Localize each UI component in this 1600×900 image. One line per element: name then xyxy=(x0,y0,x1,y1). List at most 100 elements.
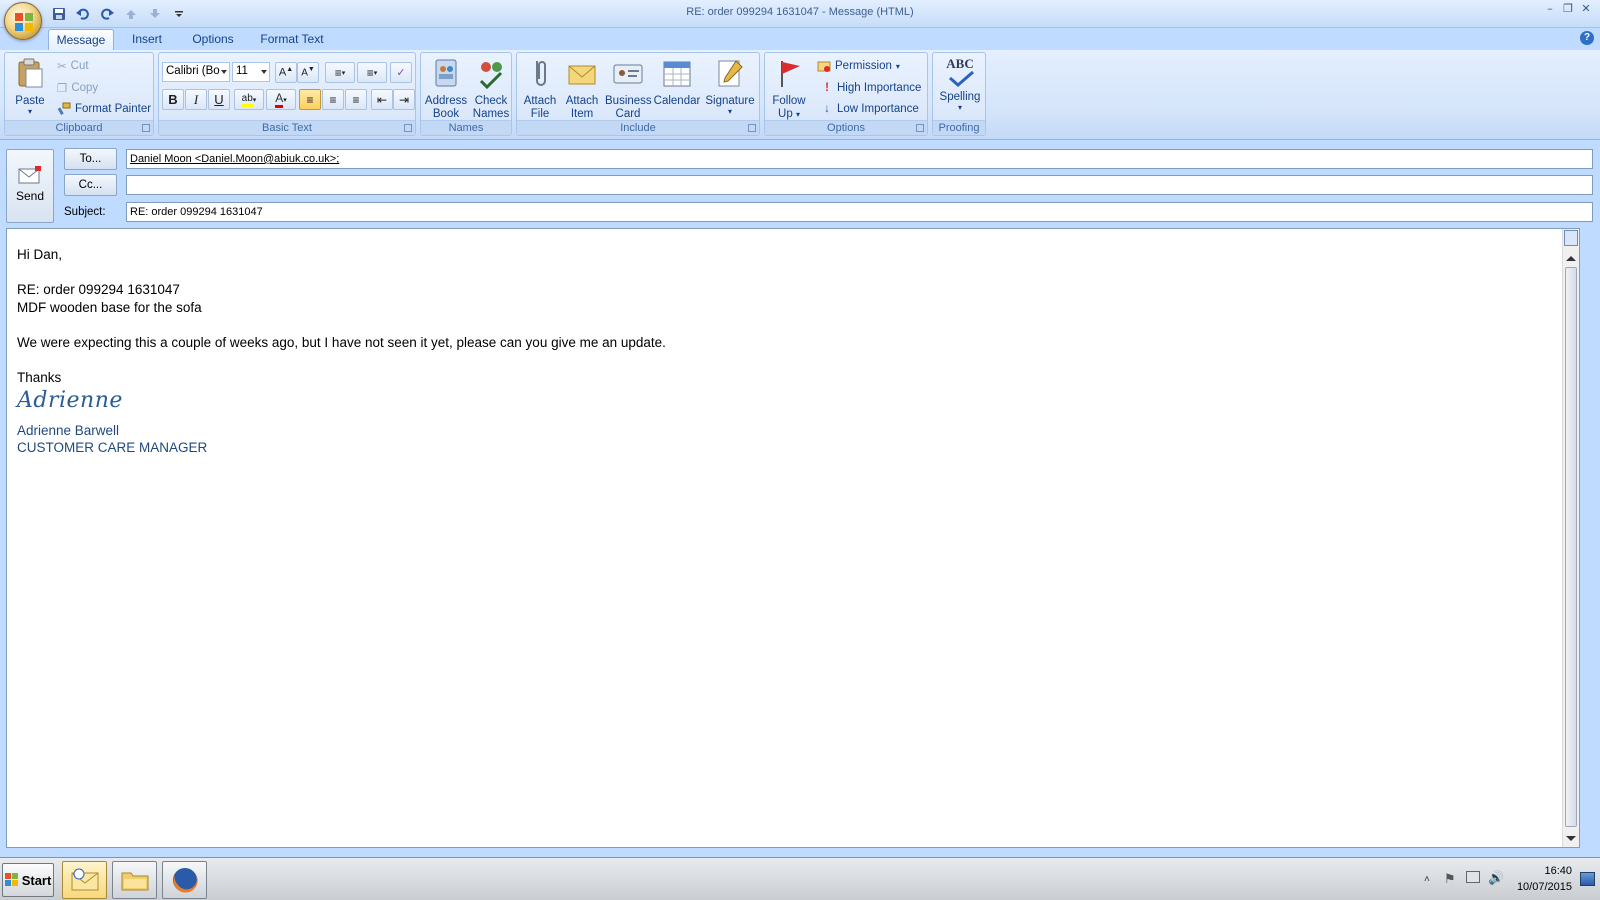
align-left-button[interactable]: ≡ xyxy=(299,89,321,110)
include-dialog-launcher-icon[interactable] xyxy=(748,124,756,132)
to-field[interactable]: Daniel Moon <Daniel.Moon@abiuk.co.uk>; xyxy=(126,149,1593,169)
cut-button[interactable]: ✂ Cut xyxy=(57,57,89,75)
network-icon[interactable] xyxy=(1466,871,1480,883)
paste-button[interactable]: Paste ▾ xyxy=(9,55,51,116)
bold-button[interactable]: B xyxy=(162,89,184,110)
tab-format-text[interactable]: Format Text xyxy=(252,29,332,50)
clear-formatting-icon: ✓ xyxy=(396,67,406,79)
tab-options[interactable]: Options xyxy=(182,29,244,50)
underline-button[interactable]: U xyxy=(208,89,230,110)
options-group-label: Options xyxy=(765,120,927,135)
low-importance-button[interactable]: ↓ Low Importance xyxy=(821,100,919,118)
cc-field[interactable] xyxy=(126,175,1593,195)
decrease-indent-icon: ⇤ xyxy=(376,92,388,107)
clock-date[interactable]: 10/07/2015 xyxy=(1517,881,1572,893)
highlighter-icon: ab xyxy=(241,93,253,107)
ribbon-tabs: Message Insert Options Format Text ? xyxy=(0,28,1600,50)
flag-icon xyxy=(781,61,800,87)
font-name-value: Calibri (Bo xyxy=(166,65,220,77)
vertical-scrollbar[interactable] xyxy=(1562,229,1579,847)
attach-file-button[interactable]: Attach File xyxy=(521,55,559,121)
volume-icon[interactable]: 🔊 xyxy=(1488,870,1504,886)
window-title: RE: order 099294 1631047 - Message (HTML… xyxy=(686,6,914,18)
minimize-icon[interactable]: – xyxy=(1542,2,1558,16)
cc-button[interactable]: Cc... xyxy=(64,174,117,196)
check-names-button[interactable]: Check Names xyxy=(469,55,513,121)
numbering-button[interactable]: ≡ ▾ xyxy=(357,62,387,83)
copy-button[interactable]: ❐ Copy xyxy=(57,79,98,97)
tab-insert[interactable]: Insert xyxy=(120,29,174,50)
include-group: Attach File Attach Item Business Card Ca… xyxy=(516,52,760,136)
clear-formatting-button[interactable]: ✓ xyxy=(390,62,412,83)
outlook-icon xyxy=(71,868,98,891)
restore-icon[interactable]: ❐ xyxy=(1560,2,1576,16)
spell-check-icon: ABC xyxy=(944,57,976,89)
permission-dropdown-icon: ▾ xyxy=(895,61,900,71)
business-card-icon xyxy=(613,64,643,84)
start-button[interactable]: Start xyxy=(2,863,54,897)
align-right-button[interactable]: ≡ xyxy=(345,89,367,110)
firefox-icon xyxy=(172,868,198,893)
format-painter-button[interactable]: Format Painter xyxy=(57,100,151,118)
window-controls: – ❐ ✕ xyxy=(1542,2,1594,16)
italic-button[interactable]: I xyxy=(185,89,207,110)
attach-item-button[interactable]: Attach Item xyxy=(562,55,602,121)
system-tray: ˄ ⚑ 🔊 16:40 10/07/2015 xyxy=(1420,858,1600,900)
shrink-font-button[interactable]: A▼ xyxy=(297,62,319,83)
signature-icon xyxy=(718,60,743,87)
options-dialog-launcher-icon[interactable] xyxy=(916,124,924,132)
high-importance-button[interactable]: ! High Importance xyxy=(821,79,921,97)
follow-up-label-1: Follow xyxy=(772,95,806,107)
follow-up-button[interactable]: Follow Up ▾ xyxy=(767,55,811,121)
taskbar-firefox[interactable] xyxy=(162,861,207,899)
tab-message[interactable]: Message xyxy=(48,29,114,50)
address-book-button[interactable]: Address Book xyxy=(423,55,469,121)
signature-dropdown-icon: ▾ xyxy=(727,107,732,116)
highlight-button[interactable]: ab ▾ xyxy=(234,89,264,110)
align-right-icon: ≡ xyxy=(352,92,360,107)
office-logo-icon xyxy=(15,13,33,31)
scroll-thumb[interactable] xyxy=(1565,267,1577,827)
chevron-down-icon xyxy=(221,70,227,74)
spelling-button[interactable]: ABC Spelling ▾ xyxy=(935,55,985,112)
font-color-button[interactable]: A ▾ xyxy=(266,89,296,110)
subject-field[interactable]: RE: order 099294 1631047 xyxy=(126,202,1593,222)
send-button[interactable]: Send xyxy=(6,149,54,223)
check-names-label-1: Check xyxy=(474,95,508,107)
office-button[interactable] xyxy=(4,2,42,40)
font-name-combo[interactable]: Calibri (Bo xyxy=(162,62,230,82)
grow-font-button[interactable]: A▲ xyxy=(275,62,297,83)
spelling-dropdown-icon: ▾ xyxy=(957,103,962,112)
bullets-button[interactable]: ≡ ▾ xyxy=(325,62,355,83)
show-desktop-icon[interactable] xyxy=(1580,872,1595,886)
permission-button[interactable]: Permission ▾ xyxy=(817,57,900,75)
clipboard-dialog-launcher-icon[interactable] xyxy=(142,124,150,132)
to-button[interactable]: To... xyxy=(64,148,117,170)
clipboard-group-label: Clipboard xyxy=(5,120,153,135)
view-ruler-icon[interactable] xyxy=(1564,230,1578,246)
scroll-up-icon[interactable] xyxy=(1566,256,1576,261)
basic-text-group-label: Basic Text xyxy=(159,120,415,135)
attach-file-label-1: Attach xyxy=(523,95,557,107)
names-group-label: Names xyxy=(421,120,511,135)
signature-button[interactable]: Signature ▾ xyxy=(703,55,757,116)
calendar-button[interactable]: Calendar xyxy=(653,55,701,108)
decrease-indent-button[interactable]: ⇤ xyxy=(371,89,393,110)
basic-text-dialog-launcher-icon[interactable] xyxy=(404,124,412,132)
business-card-button[interactable]: Business Card xyxy=(605,55,652,121)
increase-indent-button[interactable]: ⇥ xyxy=(393,89,415,110)
help-icon[interactable]: ? xyxy=(1580,31,1594,45)
align-center-button[interactable]: ≡ xyxy=(322,89,344,110)
taskbar-file-explorer[interactable] xyxy=(112,861,157,899)
signature-title: CUSTOMER CARE MANAGER xyxy=(17,440,208,455)
close-icon[interactable]: ✕ xyxy=(1578,2,1594,16)
shrink-font-icon: A▼ xyxy=(301,66,315,79)
font-size-combo[interactable]: 11 xyxy=(232,62,270,82)
show-hidden-icons-icon[interactable]: ˄ xyxy=(1424,874,1430,885)
message-body-editor[interactable]: Hi Dan, RE: order 099294 1631047 MDF woo… xyxy=(6,228,1580,848)
taskbar-outlook[interactable] xyxy=(62,861,107,899)
clock-time[interactable]: 16:40 xyxy=(1544,865,1572,877)
action-center-flag-icon[interactable]: ⚑ xyxy=(1444,871,1456,887)
send-label: Send xyxy=(15,189,45,203)
scroll-down-icon[interactable] xyxy=(1566,836,1576,841)
